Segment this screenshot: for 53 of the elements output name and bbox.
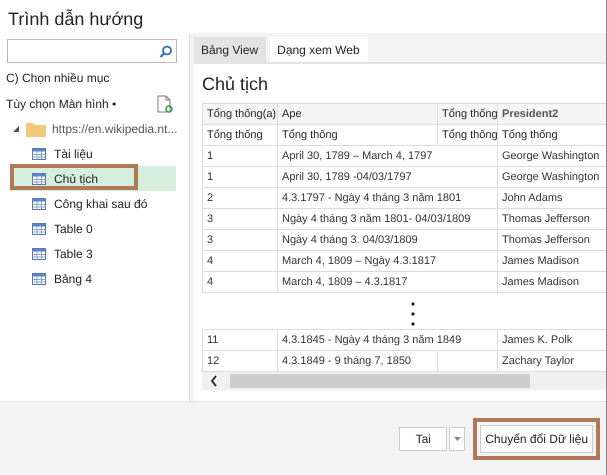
table-cell: 4.3.1845 - Ngày 4 tháng 3 năm 1849	[278, 330, 498, 350]
table-cell: Ngày 4 tháng 3. 04/03/1809	[278, 230, 498, 250]
table-icon	[32, 222, 46, 234]
column-header[interactable]: Ape	[278, 104, 438, 124]
tree-item[interactable]: Table 3	[0, 241, 176, 266]
table-cell: 2	[202, 188, 278, 208]
table-cell: March 4, 1809 – Ngày 4.3.1817	[278, 250, 498, 272]
tree-item[interactable]: Chủ tịch	[10, 166, 176, 191]
column-type: Tổng thống	[278, 124, 438, 146]
tree-item[interactable]: Bảng 4	[0, 266, 176, 291]
display-options-menu[interactable]: Tùy chọn Màn hình •	[6, 97, 116, 111]
tab[interactable]: Bảng View	[194, 37, 266, 62]
table-cell: 11	[202, 330, 278, 350]
transform-data-button[interactable]: Chuyển đổi Dữ liệu	[480, 424, 593, 452]
tree-folder[interactable]: https://en.wikipedia.nt...	[0, 113, 189, 141]
tree-item[interactable]: Table 0	[0, 216, 176, 241]
table-cell: 4	[202, 250, 278, 272]
folder-label: https://en.wikipedia.nt...	[52, 122, 178, 136]
tab[interactable]: Dạng xem Web	[270, 37, 368, 62]
expanded-icon	[12, 125, 20, 133]
table-cell: 1	[202, 146, 278, 166]
tree-item[interactable]: Tài liệu	[0, 141, 176, 166]
search-field[interactable]	[7, 39, 177, 63]
table-icon	[32, 148, 46, 160]
table-cell: 4	[202, 272, 278, 292]
table-cell: 3	[202, 230, 278, 250]
table-icon	[32, 248, 46, 260]
column-type: Tổng thống	[202, 124, 278, 146]
horizontal-scrollbar[interactable]	[202, 372, 606, 390]
multi-select-link[interactable]: C) Chọn nhiều mục	[0, 63, 189, 85]
caret-icon	[454, 436, 461, 440]
column-header[interactable]: President2	[498, 104, 606, 124]
tree-item[interactable]: Công khai sau đó	[0, 191, 176, 216]
folder-icon	[26, 121, 46, 137]
table-cell: April 30, 1789 – March 4, 1797	[278, 146, 498, 166]
table-icon	[32, 272, 46, 284]
refresh-file-icon[interactable]	[157, 95, 173, 113]
table-cell: Ngày 4 tháng 3 năm 1801- 04/03/1809	[278, 208, 498, 230]
ellipsis-icon	[410, 302, 414, 326]
table-cell: April 30, 1789 -04/03/1797	[278, 166, 498, 188]
load-button[interactable]: Tai	[399, 426, 448, 450]
table-icon	[32, 172, 46, 184]
window-title: Trình dẫn hướng	[7, 8, 144, 31]
search-icon	[159, 44, 172, 58]
table-cell: 3	[202, 208, 278, 230]
scroll-left-icon[interactable]	[210, 375, 218, 387]
table-cell: March 4, 1809 – 4.3.1817	[278, 272, 498, 292]
preview-title: Chủ tịch	[202, 73, 270, 96]
table-cell: 1	[202, 166, 278, 188]
table-cell: 4.3.1797 - Ngày 4 tháng 3 năm 1801	[278, 188, 498, 208]
table-icon	[32, 198, 46, 210]
dropdown-button[interactable]	[449, 426, 466, 450]
column-header[interactable]: Tổng thống(a)	[202, 104, 278, 124]
